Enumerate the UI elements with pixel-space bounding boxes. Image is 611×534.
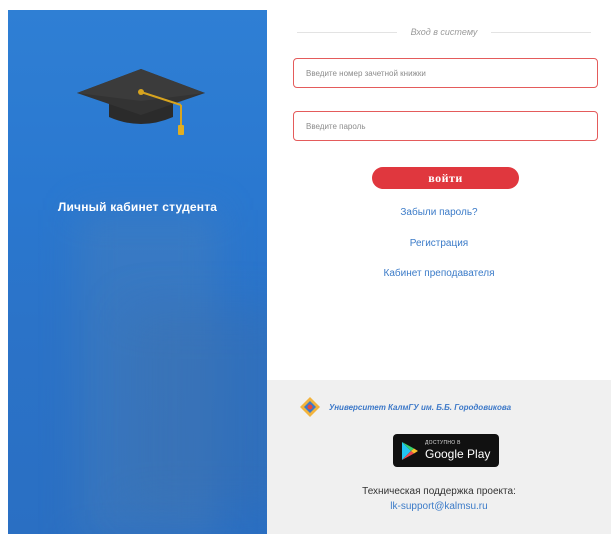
teacher-cabinet-link[interactable]: Кабинет преподавателя [267, 268, 611, 279]
login-button[interactable]: войти [372, 167, 519, 189]
password-input[interactable] [293, 111, 598, 141]
legend-text: Вход в систему [410, 27, 478, 37]
google-play-text: ДОСТУПНО В Google Play [425, 440, 491, 461]
footer: Университет КалмГУ им. Б.Б. Городовикова… [267, 380, 611, 534]
gradebook-number-input[interactable] [293, 58, 598, 88]
divider [491, 31, 592, 33]
google-play-big-text: Google Play [425, 447, 491, 461]
login-page: Личный кабинет студента Вход в систему в… [0, 0, 611, 534]
google-play-icon [402, 441, 418, 460]
university-logo-icon [300, 397, 320, 417]
panel-title: Личный кабинет студента [57, 200, 218, 214]
graduation-cap-icon [77, 69, 205, 135]
registration-link[interactable]: Регистрация [267, 238, 611, 249]
university-name: Университет КалмГУ им. Б.Б. Городовикова [329, 402, 512, 412]
university-link[interactable]: Университет КалмГУ им. Б.Б. Городовикова [299, 396, 511, 418]
background-blur [128, 310, 267, 510]
google-play-badge[interactable]: ДОСТУПНО В Google Play [393, 434, 499, 467]
support-email-link[interactable]: lk-support@kalmsu.ru [267, 501, 611, 512]
divider [297, 31, 397, 33]
form-legend: Вход в систему [297, 26, 592, 38]
support-text: Техническая поддержка проекта: [362, 486, 516, 497]
forgot-password-link[interactable]: Забыли пароль? [267, 207, 611, 218]
google-play-small-text: ДОСТУПНО В [425, 440, 461, 446]
left-banner: Личный кабинет студента [8, 10, 267, 534]
